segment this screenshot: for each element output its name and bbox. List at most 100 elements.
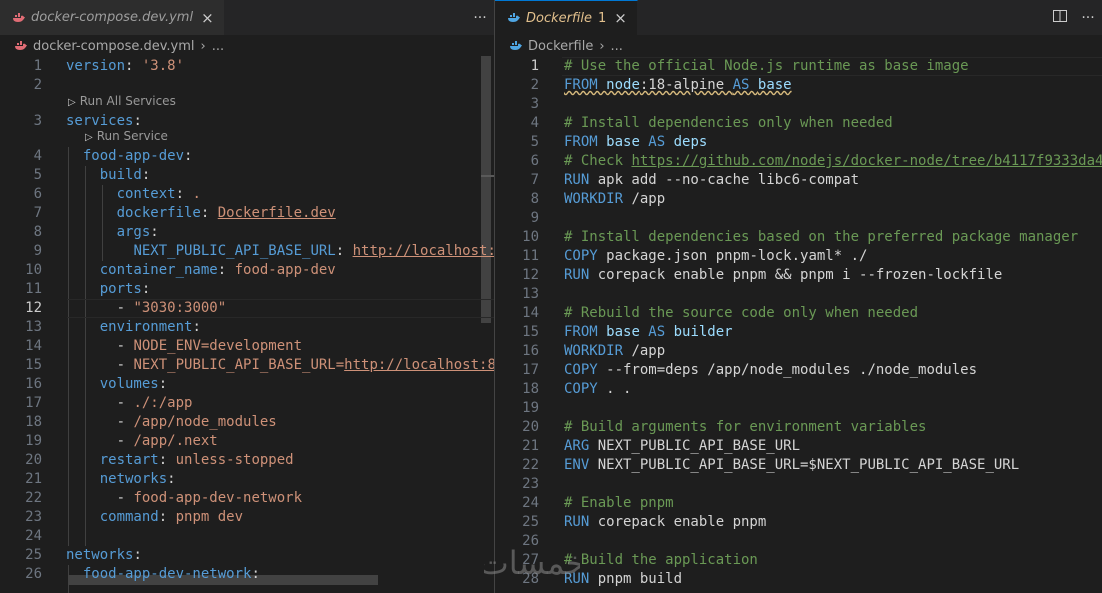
code-token[interactable]: Dockerfile.dev xyxy=(218,205,336,221)
code-text: - ./:/app xyxy=(66,394,193,413)
tab-docker-compose-dev-yml[interactable]: docker-compose.dev.yml × xyxy=(0,0,225,35)
codelens-run-service[interactable]: ▷ Run Service xyxy=(85,129,168,145)
close-icon[interactable]: × xyxy=(614,9,627,27)
code-line: 15 - NEXT_PUBLIC_API_BASE_URL=http://loc… xyxy=(0,356,494,375)
code-token: . xyxy=(192,186,201,202)
right-code-editor[interactable]: 1 # Use the official Node.js runtime as b… xyxy=(495,56,1102,593)
code-text: - /app/node_modules xyxy=(66,413,277,432)
code-line: 28 RUN pnpm build xyxy=(495,570,1102,589)
line-number: 17 xyxy=(25,395,42,411)
code-token: pnpm dev xyxy=(175,509,244,525)
line-number: 11 xyxy=(25,281,42,297)
code-text: RUN pnpm build xyxy=(564,570,682,589)
code-token: # Build arguments for environment variab… xyxy=(564,419,927,435)
left-code-editor[interactable]: ▷ Run All Services ▷ Run Service 1 version:… xyxy=(0,56,494,593)
code-text: RUN corepack enable pnpm && pnpm i --fro… xyxy=(564,266,1002,285)
line-number: 20 xyxy=(25,452,42,468)
code-token: NEXT_PUBLIC_API_BASE_URL xyxy=(597,438,801,454)
code-token: :18-alpine xyxy=(639,77,733,93)
code-token: volumes xyxy=(99,376,159,392)
line-number: 26 xyxy=(25,566,42,582)
code-line: 8 args: xyxy=(0,223,494,242)
code-line: 12 RUN corepack enable pnpm && pnpm i --f… xyxy=(495,266,1102,285)
code-line: 21 ARG NEXT_PUBLIC_API_BASE_URL xyxy=(495,437,1102,456)
code-line: 11 COPY package.json pnpm-lock.yaml* ./ xyxy=(495,247,1102,266)
code-token[interactable]: https://github.com/nodejs/docker-node/tr… xyxy=(631,153,1102,169)
code-token: : xyxy=(184,148,193,164)
code-token: base xyxy=(757,77,792,93)
close-icon[interactable]: × xyxy=(201,9,214,27)
code-token: unless-stopped xyxy=(175,452,294,468)
code-line: 16 WORKDIR /app xyxy=(495,342,1102,361)
breadcrumb-file[interactable]: docker-compose.dev.yml xyxy=(33,39,195,54)
line-number: 21 xyxy=(25,471,42,487)
code-token: : xyxy=(158,509,176,525)
code-token: ARG xyxy=(564,438,598,454)
code-text: FROM node:18-alpine AS base xyxy=(564,76,792,95)
code-token: # Install dependencies based on the pref… xyxy=(564,229,1079,245)
codelens-run-all-services[interactable]: ▷ Run All Services xyxy=(68,94,176,110)
code-token: builder xyxy=(673,324,733,340)
line-number: 15 xyxy=(25,357,42,373)
docker-file-icon xyxy=(13,12,25,22)
code-token: COPY xyxy=(564,248,607,264)
code-token: apk add --no-cache libc6-compat xyxy=(597,172,860,188)
code-token: NEXT_PUBLIC_API_BASE_URL=$NEXT_PUBLIC_AP… xyxy=(597,457,1020,473)
code-text: COPY --from=deps /app/node_modules ./nod… xyxy=(564,361,977,380)
code-line: 24 # Enable pnpm xyxy=(495,494,1102,513)
line-number: 5 xyxy=(33,167,42,183)
line-number: 25 xyxy=(522,514,539,530)
line-number: 1 xyxy=(33,58,42,74)
breadcrumb-file[interactable]: Dockerfile xyxy=(528,39,593,54)
code-token: base xyxy=(606,134,640,150)
code-text: FROM base AS deps xyxy=(564,133,707,152)
code-token: - xyxy=(66,414,134,430)
split-editor-icon[interactable] xyxy=(1046,9,1074,26)
code-token: version xyxy=(66,58,126,74)
code-token: base xyxy=(606,324,640,340)
code-token: ports xyxy=(99,281,142,297)
code-text: - NODE_ENV=development xyxy=(66,337,302,356)
code-line: 2 xyxy=(0,76,494,95)
code-token: deps xyxy=(673,134,708,150)
code-token: node xyxy=(606,77,640,93)
code-token: : xyxy=(251,566,260,582)
code-token: RUN xyxy=(564,267,598,283)
code-line: 17 COPY --from=deps /app/node_modules ./n… xyxy=(495,361,1102,380)
line-number: 1 xyxy=(530,58,539,74)
play-icon: ▷ xyxy=(85,132,93,143)
breadcrumb-tail[interactable]: ... xyxy=(212,39,224,54)
docker-file-icon xyxy=(15,41,27,50)
code-token[interactable]: http://localhost: xyxy=(353,243,494,259)
code-token: container_name xyxy=(99,262,218,278)
code-line: 9 xyxy=(495,209,1102,228)
tab-label: docker-compose.dev.yml xyxy=(31,10,194,25)
code-line: 9 NEXT_PUBLIC_API_BASE_URL: http://local… xyxy=(0,242,494,261)
more-actions-icon[interactable]: ··· xyxy=(1074,10,1102,26)
breadcrumb-tail[interactable]: ... xyxy=(611,39,623,54)
line-number: 9 xyxy=(33,243,42,259)
code-token[interactable]: http://localhost:8 xyxy=(344,357,494,373)
code-text: ARG NEXT_PUBLIC_API_BASE_URL xyxy=(564,437,800,456)
line-number: 12 xyxy=(25,300,42,316)
code-line: 11 ports: xyxy=(0,280,494,299)
code-line: 12 - "3030:3000" xyxy=(0,299,494,318)
code-text: build: xyxy=(66,166,151,185)
code-line: 3 services: xyxy=(0,112,494,131)
line-number: 12 xyxy=(522,267,539,283)
chevron-right-icon: › xyxy=(200,38,206,54)
code-token: : xyxy=(133,547,142,563)
code-line: 20 restart: unless-stopped xyxy=(0,451,494,470)
more-actions-icon[interactable]: ··· xyxy=(466,10,494,26)
code-text: - /app/.next xyxy=(66,432,218,451)
code-token: : xyxy=(125,58,142,74)
tab-dockerfile[interactable]: Dockerfile 1 × xyxy=(495,0,638,35)
code-text: RUN apk add --no-cache libc6-compat xyxy=(564,171,859,190)
code-line: 21 networks: xyxy=(0,470,494,489)
